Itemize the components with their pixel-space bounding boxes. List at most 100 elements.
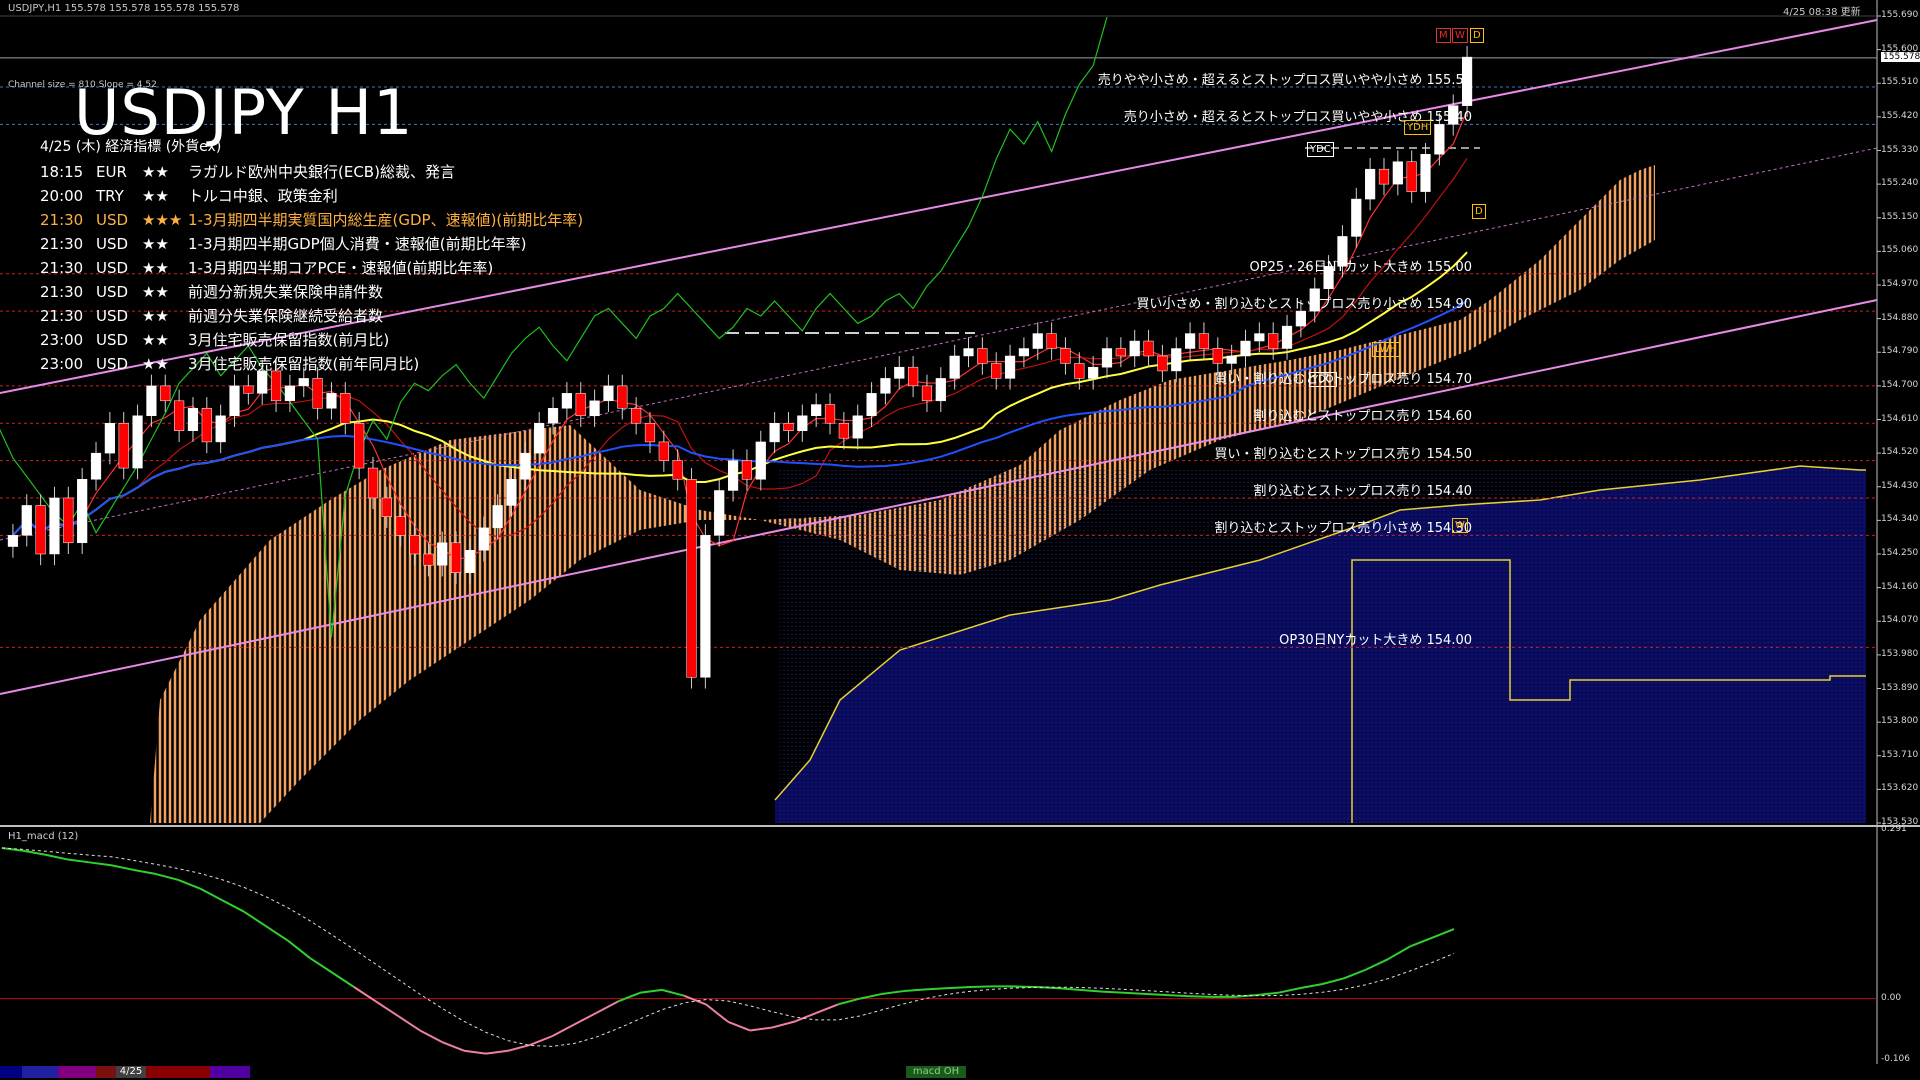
tab-2[interactable] xyxy=(22,1066,58,1078)
candle xyxy=(1434,124,1445,155)
candle xyxy=(1268,333,1279,349)
candle xyxy=(381,497,392,517)
y-tick-label: 154.520 xyxy=(1881,447,1919,458)
candle xyxy=(686,479,697,678)
candle xyxy=(1420,153,1431,192)
candle xyxy=(1101,348,1113,368)
candle xyxy=(1115,348,1126,357)
candle xyxy=(520,452,531,480)
tab-4[interactable] xyxy=(96,1066,116,1078)
calendar-time: 21:30 xyxy=(40,307,84,325)
calendar-event: 3月住宅販売保留指数(前年同月比) xyxy=(188,355,420,373)
candle xyxy=(631,408,642,424)
calendar-cur: EUR xyxy=(96,163,127,181)
level-label: 割り込むとストップロス売り小さめ 154.30 xyxy=(1214,521,1472,537)
calendar-cur: USD xyxy=(96,259,129,277)
candle xyxy=(824,404,836,424)
macd-segment xyxy=(1167,994,1191,998)
macd-tick-label: 0.00 xyxy=(1881,992,1902,1003)
candle xyxy=(949,355,960,379)
macd-segment xyxy=(1013,985,1037,989)
candle xyxy=(63,497,74,544)
tab-1[interactable] xyxy=(0,1066,22,1078)
candle xyxy=(1046,333,1057,349)
candle xyxy=(1032,333,1043,349)
candle xyxy=(852,415,863,439)
chart-title: USDJPY H1 xyxy=(74,76,414,149)
candle xyxy=(21,505,32,536)
calendar-stars: ★★ xyxy=(142,283,169,301)
tab-macd[interactable]: macd OH xyxy=(906,1066,966,1078)
candle xyxy=(298,378,309,387)
tab-bar: 4/25 macd OH xyxy=(0,1064,1920,1080)
calendar-cur: TRY xyxy=(96,187,124,205)
candle xyxy=(326,393,337,409)
calendar-stars: ★★ xyxy=(142,355,169,373)
candle xyxy=(991,363,1002,379)
marker-lwh: LWH xyxy=(1372,342,1401,357)
marker-ydh: YDH xyxy=(1404,120,1432,135)
y-tick-label: 155.330 xyxy=(1881,144,1919,155)
calendar-time: 20:00 xyxy=(40,187,84,205)
candle xyxy=(603,385,614,402)
candle xyxy=(644,422,656,443)
candle xyxy=(561,393,572,409)
candle xyxy=(1157,355,1168,372)
calendar-cur: USD xyxy=(96,307,129,325)
candle xyxy=(1074,363,1085,379)
macd-segment xyxy=(969,985,993,989)
candle xyxy=(935,378,946,402)
candle xyxy=(727,460,739,491)
last-price-label: 155.578 xyxy=(1881,51,1920,62)
marker-m: M xyxy=(1436,28,1451,43)
candle xyxy=(464,550,476,573)
candle xyxy=(77,479,88,544)
candle xyxy=(146,385,157,417)
candle xyxy=(7,535,19,547)
macd-segment xyxy=(1189,995,1213,998)
symbol-bar: USDJPY,H1 155.578 155.578 155.578 155.57… xyxy=(8,3,240,14)
candle xyxy=(35,505,46,555)
marker-w: W xyxy=(1452,28,1468,43)
calendar-stars: ★★★ xyxy=(142,211,183,229)
level-label: 割り込むとストップロス売り 154.40 xyxy=(1253,483,1472,499)
candle xyxy=(367,467,379,499)
y-tick-label: 155.510 xyxy=(1881,77,1919,88)
level-label: OP25・26日NYカット大きめ 155.00 xyxy=(1249,259,1472,275)
calendar-cur: USD xyxy=(96,355,129,373)
candle xyxy=(1240,340,1251,357)
candle xyxy=(921,385,933,402)
y-tick-label: 155.060 xyxy=(1881,245,1919,256)
candle xyxy=(1378,168,1390,185)
calendar-event: トルコ中銀、政策金利 xyxy=(188,187,338,205)
macd-label: H1_macd (12) xyxy=(8,831,79,842)
y-tick-label: 153.890 xyxy=(1881,682,1919,693)
candle xyxy=(1281,325,1293,349)
calendar-time: 23:00 xyxy=(40,355,84,373)
y-tick-label: 155.240 xyxy=(1881,178,1919,189)
tab-7[interactable] xyxy=(210,1066,250,1078)
candle xyxy=(908,366,919,387)
candle xyxy=(866,393,877,417)
calendar-event: 前週分新規失業保険申請件数 xyxy=(188,283,384,301)
y-tick-label: 155.150 xyxy=(1881,211,1919,222)
candle xyxy=(312,378,323,409)
level-label: 割り込むとストップロス売り 154.60 xyxy=(1253,409,1472,425)
candle xyxy=(132,415,143,469)
calendar-time: 21:30 xyxy=(40,283,84,301)
macd-segment xyxy=(1123,991,1147,995)
y-tick-label: 154.970 xyxy=(1881,279,1919,289)
candle xyxy=(1406,161,1417,192)
candle xyxy=(658,441,669,461)
candle xyxy=(1295,310,1306,327)
level-label: 買い・割り込むとストップロス売り 154.50 xyxy=(1214,446,1472,462)
tab-3[interactable] xyxy=(58,1066,96,1078)
tab-date[interactable]: 4/25 xyxy=(116,1066,146,1078)
candle xyxy=(1129,340,1140,357)
macd-segment xyxy=(925,987,949,991)
calendar-cur: USD xyxy=(96,211,129,229)
tab-6[interactable] xyxy=(146,1066,210,1078)
candle xyxy=(104,422,115,454)
candle xyxy=(90,452,102,480)
level-label: 売りやや小さめ・超えるとストップロス買いやや小さめ 155.50 xyxy=(1097,72,1472,88)
